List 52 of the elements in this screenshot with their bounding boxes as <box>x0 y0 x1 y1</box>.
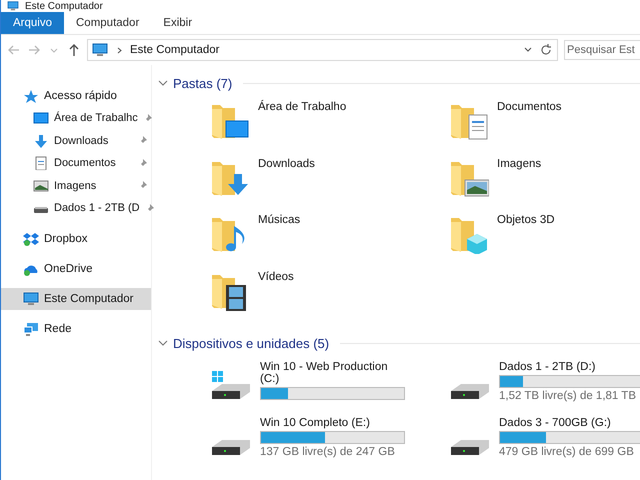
free-space-text: 137 GB livre(s) de 247 GB <box>260 446 396 458</box>
sidebar-item[interactable]: Este Computador <box>1 288 151 310</box>
free-space-text: 1,52 TB livre(s) de 1,81 TB <box>499 390 638 402</box>
ribbon-tab[interactable]: Exibir <box>151 12 204 34</box>
drive-icon <box>451 384 489 399</box>
folder-name[interactable]: Imagens <box>497 158 542 214</box>
section-heading[interactable]: Dispositivos e unidades (5) <box>173 336 330 350</box>
free-space-text: 479 GB livre(s) de 699 GB <box>499 446 635 458</box>
section-heading[interactable]: Pastas (7) <box>173 76 232 90</box>
sidebar-item[interactable]: Acesso rápido <box>1 85 151 107</box>
ribbon-tab[interactable]: Computador <box>64 12 152 34</box>
desktop-icon <box>33 111 49 126</box>
drive-icon <box>451 440 489 455</box>
system-drive-icon <box>212 371 250 399</box>
drive-icon <box>212 440 250 455</box>
computer-icon <box>7 1 19 11</box>
drive-name[interactable]: Win 10 Completo (E:) <box>260 417 405 429</box>
back-arrow-icon <box>7 43 21 57</box>
sidebar-item[interactable]: Dropbox <box>1 228 151 250</box>
sidebar-item[interactable]: Rede <box>1 318 151 340</box>
download-arrow-icon <box>33 134 49 148</box>
folder-name[interactable]: Músicas <box>258 214 300 270</box>
picture-icon <box>33 178 49 193</box>
forward-arrow-icon <box>27 43 41 57</box>
chevron-down-icon <box>523 46 533 54</box>
drive-name[interactable]: Dados 1 - 2TB (D:) <box>499 361 640 373</box>
star-icon <box>23 89 39 103</box>
folder-name[interactable]: Documentos <box>497 101 562 158</box>
computer-icon <box>92 43 108 57</box>
up-arrow-icon <box>67 43 81 57</box>
address-bar[interactable]: Este Computador <box>87 39 558 61</box>
document-icon <box>33 156 49 170</box>
refresh-icon <box>539 43 553 57</box>
folder-name[interactable]: Vídeos <box>258 270 294 327</box>
dropbox-icon <box>23 232 39 246</box>
drive-name[interactable]: Dados 3 - 700GB (G:) <box>499 417 640 429</box>
drive-name[interactable]: Win 10 - Web Production (C:) <box>260 361 405 385</box>
folder-name[interactable]: Objetos 3D <box>497 214 555 270</box>
ribbon-tab[interactable]: Arquivo <box>1 12 64 34</box>
sidebar-item[interactable]: Downloads <box>1 130 151 152</box>
sidebar-item[interactable]: Área de Trabalhc <box>1 107 151 130</box>
search-field[interactable]: Pesquisar Est <box>564 40 640 60</box>
folder-name[interactable]: Área de Trabalho <box>258 101 346 158</box>
sidebar-item[interactable]: Dados 1 - 2TB (D <box>1 197 151 220</box>
sidebar-item[interactable]: Documentos <box>1 152 151 174</box>
folder-name[interactable]: Downloads <box>258 158 315 214</box>
sidebar-item[interactable]: OneDrive <box>1 258 151 280</box>
address-path: Este Computador <box>130 44 220 56</box>
sidebar-item[interactable]: Imagens <box>1 174 151 197</box>
window-title: Este Computador <box>25 0 103 12</box>
computer-icon <box>23 292 39 306</box>
network-icon <box>23 322 39 336</box>
